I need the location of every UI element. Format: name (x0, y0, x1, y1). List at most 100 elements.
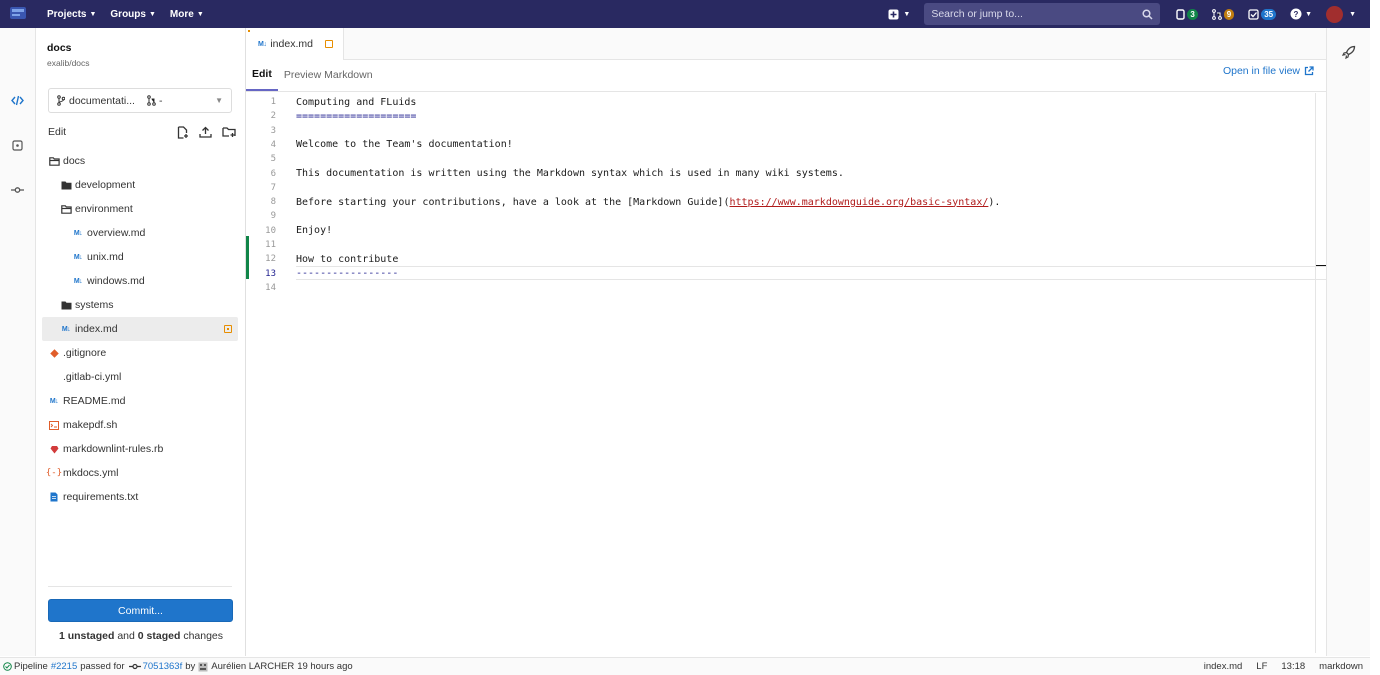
markdown-icon: M↓ (61, 325, 71, 333)
line-number: 10 (265, 225, 276, 236)
merge-requests-counter[interactable]: 9 (1211, 8, 1235, 20)
nav-more[interactable]: More ▼ (170, 9, 204, 20)
tree-item-makepdf-sh[interactable]: makepdf.sh (42, 413, 238, 437)
external-link-icon (1304, 66, 1314, 76)
top-navbar: Projects ▼ Groups ▼ More ▼ ▼ Search or j… (0, 0, 1370, 28)
tree-item-markdownlint-rules-rb[interactable]: markdownlint-rules.rb (42, 437, 238, 461)
commit-icon[interactable] (0, 178, 35, 202)
tab-file-name: index.md (270, 38, 313, 50)
line-number: 14 (265, 282, 276, 293)
branch-selector[interactable]: documentati... - ▼ (48, 88, 232, 113)
nav-groups[interactable]: Groups ▼ (110, 9, 156, 20)
project-path[interactable]: exalib/docs (47, 58, 90, 68)
code-line: 7 (246, 181, 1326, 195)
code-line: 4 Welcome to the Team's documentation! (246, 138, 1326, 152)
project-name[interactable]: docs (47, 42, 72, 54)
todo-check-icon (1248, 8, 1259, 20)
changes-suffix: changes (183, 630, 224, 642)
activity-bar (0, 28, 36, 656)
markdown-link-url: https://www.markdownguide.org/basic-synt… (729, 196, 989, 208)
line-number: 4 (270, 139, 276, 150)
code-line: 13 ----------------- (246, 267, 1326, 281)
modified-icon (324, 40, 333, 48)
gitlab-logo[interactable] (3, 0, 33, 28)
pipeline-passed-icon (3, 662, 12, 671)
code-line: 6 This documentation is written using the… (246, 167, 1326, 181)
chevron-down-icon: ▼ (1305, 10, 1313, 18)
tree-item-label: requirements.txt (63, 491, 139, 503)
tree-item-windows-md[interactable]: M↓ windows.md (42, 269, 238, 293)
todos-counter[interactable]: 35 (1248, 8, 1277, 20)
tab-edit[interactable]: Edit (246, 59, 278, 91)
git-icon (48, 348, 60, 358)
tree-item-development[interactable]: development (42, 173, 238, 197)
tree-item-mkdocs-yml[interactable]: {-} mkdocs.yml (42, 461, 238, 485)
user-menu[interactable]: ▼ (1326, 5, 1356, 23)
line-text: This documentation is written using the … (296, 168, 844, 179)
changes-and: and (117, 630, 135, 642)
line-text-pre: Before starting your contributions, have… (296, 196, 730, 208)
pipeline-link[interactable]: #2215 (51, 661, 77, 672)
line-number: 7 (270, 182, 276, 193)
merge-request-value: - (158, 94, 163, 107)
line-text-post: ). (988, 196, 1001, 208)
tree-item-environment[interactable]: environment (42, 197, 238, 221)
tab-preview-markdown[interactable]: Preview Markdown (278, 59, 379, 91)
editor-pane: M↓ index.md Edit Preview Markdown Open i… (246, 28, 1326, 656)
new-item-button[interactable]: ▼ (888, 9, 910, 20)
rocket-icon[interactable] (1341, 44, 1357, 60)
chevron-down-icon: ▼ (196, 10, 204, 18)
code-line: 2 ==================== (246, 109, 1326, 123)
author-avatar (198, 662, 208, 671)
code-editor[interactable]: 1 Computing and FLuids 2 ==================… (246, 93, 1326, 653)
line-number: 2 (270, 111, 276, 122)
tab-index-md[interactable]: M↓ index.md (246, 28, 344, 60)
line-number: 1 (270, 97, 276, 107)
code-line: 12 How to contribute (246, 252, 1326, 266)
plus-square-icon (888, 9, 899, 19)
commit-button[interactable]: Commit... (48, 599, 233, 622)
chevron-down-icon: ▼ (148, 10, 156, 18)
tree-item-requirements-txt[interactable]: requirements.txt (42, 485, 238, 509)
help-question-icon: ? (1290, 8, 1302, 20)
commit-sha-link[interactable]: 7051363f (143, 661, 183, 672)
tree-item-label: .gitignore (63, 347, 107, 359)
commit-author[interactable]: Aurélien LARCHER (211, 661, 294, 672)
tree-item-label: index.md (75, 323, 118, 335)
tree-item-gitignore[interactable]: .gitignore (42, 341, 238, 365)
help-menu[interactable]: ? ▼ (1290, 8, 1312, 20)
issues-counter[interactable]: 3 (1176, 8, 1198, 20)
tree-item-docs[interactable]: docs (42, 149, 238, 173)
editor-scrollbar[interactable] (1315, 93, 1316, 653)
line-text: Enjoy! (296, 225, 333, 237)
code-line: 1 Computing and FLuids (246, 95, 1326, 109)
markdown-icon: M↓ (258, 40, 267, 48)
nav-projects[interactable]: Projects ▼ (47, 9, 96, 20)
tree-item-index-md[interactable]: M↓ index.md (42, 317, 238, 341)
tree-item-label: mkdocs.yml (63, 467, 119, 479)
line-number: 9 (270, 211, 276, 222)
text-file-icon (48, 492, 60, 502)
folder-icon (60, 301, 72, 310)
folder-icon (60, 181, 72, 190)
open-in-file-view-link[interactable]: Open in file view (1223, 65, 1314, 77)
shell-icon (48, 420, 60, 430)
tree-item-readme-md[interactable]: M↓ README.md (42, 389, 238, 413)
tree-item-label: makepdf.sh (63, 419, 118, 431)
new-folder-icon[interactable] (222, 126, 236, 138)
line-text: Computing and FLuids (296, 96, 417, 108)
upload-icon[interactable] (199, 126, 212, 138)
tree-item-systems[interactable]: systems (42, 293, 238, 317)
code-edit-icon[interactable] (0, 88, 35, 112)
search-input[interactable]: Search or jump to... (924, 3, 1161, 25)
tree-item-unix-md[interactable]: M↓ unix.md (42, 245, 238, 269)
file-sidebar: docs exalib/docs documentati... - ▼ Edit… (36, 28, 246, 656)
line-number: 6 (270, 168, 276, 179)
review-changes-icon[interactable] (0, 133, 35, 157)
tree-item-gitlab-ci-yml[interactable]: .gitlab-ci.yml (42, 365, 238, 389)
status-cursor-position: 13:18 (1281, 661, 1306, 672)
tree-item-overview-md[interactable]: M↓ overview.md (42, 221, 238, 245)
tree-item-label: systems (75, 299, 114, 311)
new-file-icon[interactable] (177, 125, 189, 139)
merge-request-icon (1211, 8, 1222, 20)
